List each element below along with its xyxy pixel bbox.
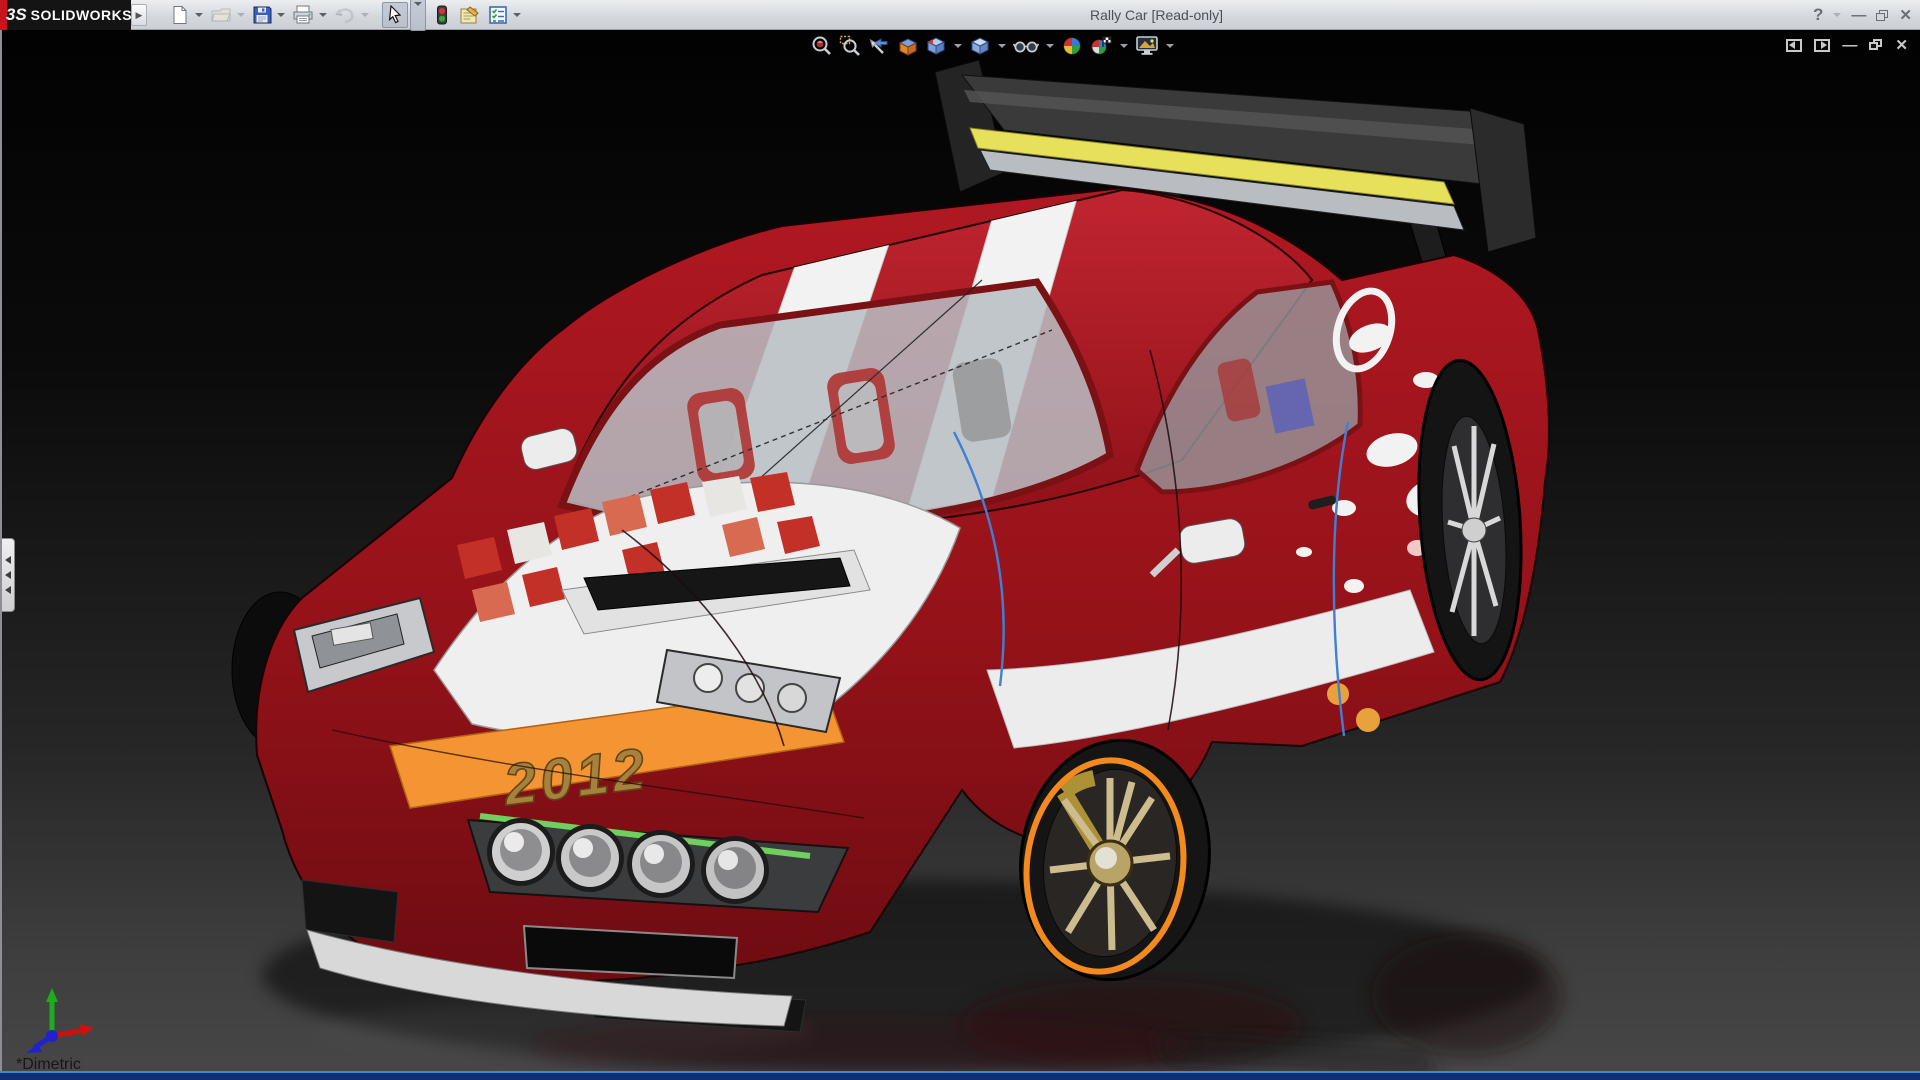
open-dropdown[interactable] [237,13,245,17]
solidworks-logo: 3S SOLIDWORKS [7,0,131,30]
hide-show-items-icon[interactable] [1010,34,1042,58]
new-document-dropdown[interactable] [195,13,203,17]
print-icon[interactable] [290,2,316,28]
options-icon[interactable] [486,2,510,28]
title-bar: 3S SOLIDWORKS ▶ [0,0,1920,30]
collapse-left-pane-icon[interactable] [1786,39,1802,52]
apply-scene-icon[interactable] [1086,34,1116,58]
save-icon[interactable] [250,2,274,28]
restore-window-icon[interactable] [1876,10,1889,21]
section-view-icon[interactable] [894,34,922,58]
view-orientation-icon[interactable] [922,34,950,58]
select-tool-button[interactable] [382,2,408,28]
undo-icon[interactable] [332,2,358,28]
menu-expand-arrow[interactable]: ▶ [131,4,147,26]
help-icon[interactable]: ? [1813,5,1823,25]
rally-car-model[interactable]: 2012 [232,60,1562,1078]
open-icon[interactable] [208,2,234,28]
save-dropdown[interactable] [277,13,285,17]
help-dropdown[interactable] [1833,13,1841,17]
window-title: Rally Car [Read-only] [1090,0,1223,30]
hide-show-items-dropdown[interactable] [1046,44,1054,48]
close-document-icon[interactable]: ✕ [1895,36,1908,54]
restore-document-icon[interactable] [1869,39,1883,51]
rebuild-icon[interactable] [434,2,450,28]
view-settings-dropdown[interactable] [1166,44,1174,48]
headsup-view-toolbar [808,34,1178,58]
view-orientation-dropdown[interactable] [954,44,962,48]
graphics-viewport[interactable]: — ✕ [0,30,1920,1080]
edit-appearance-icon[interactable] [1058,34,1086,58]
reference-triad[interactable] [14,984,104,1054]
display-style-icon[interactable] [966,34,994,58]
print-dropdown[interactable] [319,13,327,17]
apply-scene-dropdown[interactable] [1120,44,1128,48]
taskbar-strip[interactable] [0,1071,1920,1080]
feature-manager-collapsed-tab[interactable] [2,538,15,612]
close-window-icon[interactable]: ✕ [1899,6,1912,24]
model-canvas[interactable]: 2012 [2,30,1920,1080]
new-document-icon[interactable] [168,2,192,28]
minimize-window-icon[interactable]: — [1851,7,1866,24]
x-axis-arrow [80,1024,94,1036]
undo-dropdown[interactable] [361,13,369,17]
document-window-controls: — ✕ [1786,36,1908,54]
file-properties-icon[interactable] [456,2,482,28]
options-dropdown[interactable] [513,13,521,17]
previous-view-icon[interactable] [864,34,894,58]
view-settings-icon[interactable] [1132,34,1162,58]
zoom-to-fit-icon[interactable] [808,34,836,58]
display-style-dropdown[interactable] [998,44,1006,48]
expand-right-pane-icon[interactable] [1814,39,1830,52]
logo-text: SOLIDWORKS [31,7,132,23]
window-controls: ? — ✕ [1813,0,1912,30]
select-dropdown[interactable] [410,0,426,31]
minimize-document-icon[interactable]: — [1842,37,1857,54]
zoom-to-area-icon[interactable] [836,34,864,58]
y-axis-arrow [46,988,58,1002]
logo-mark: 3S [6,5,27,25]
standard-toolbar [168,1,526,29]
